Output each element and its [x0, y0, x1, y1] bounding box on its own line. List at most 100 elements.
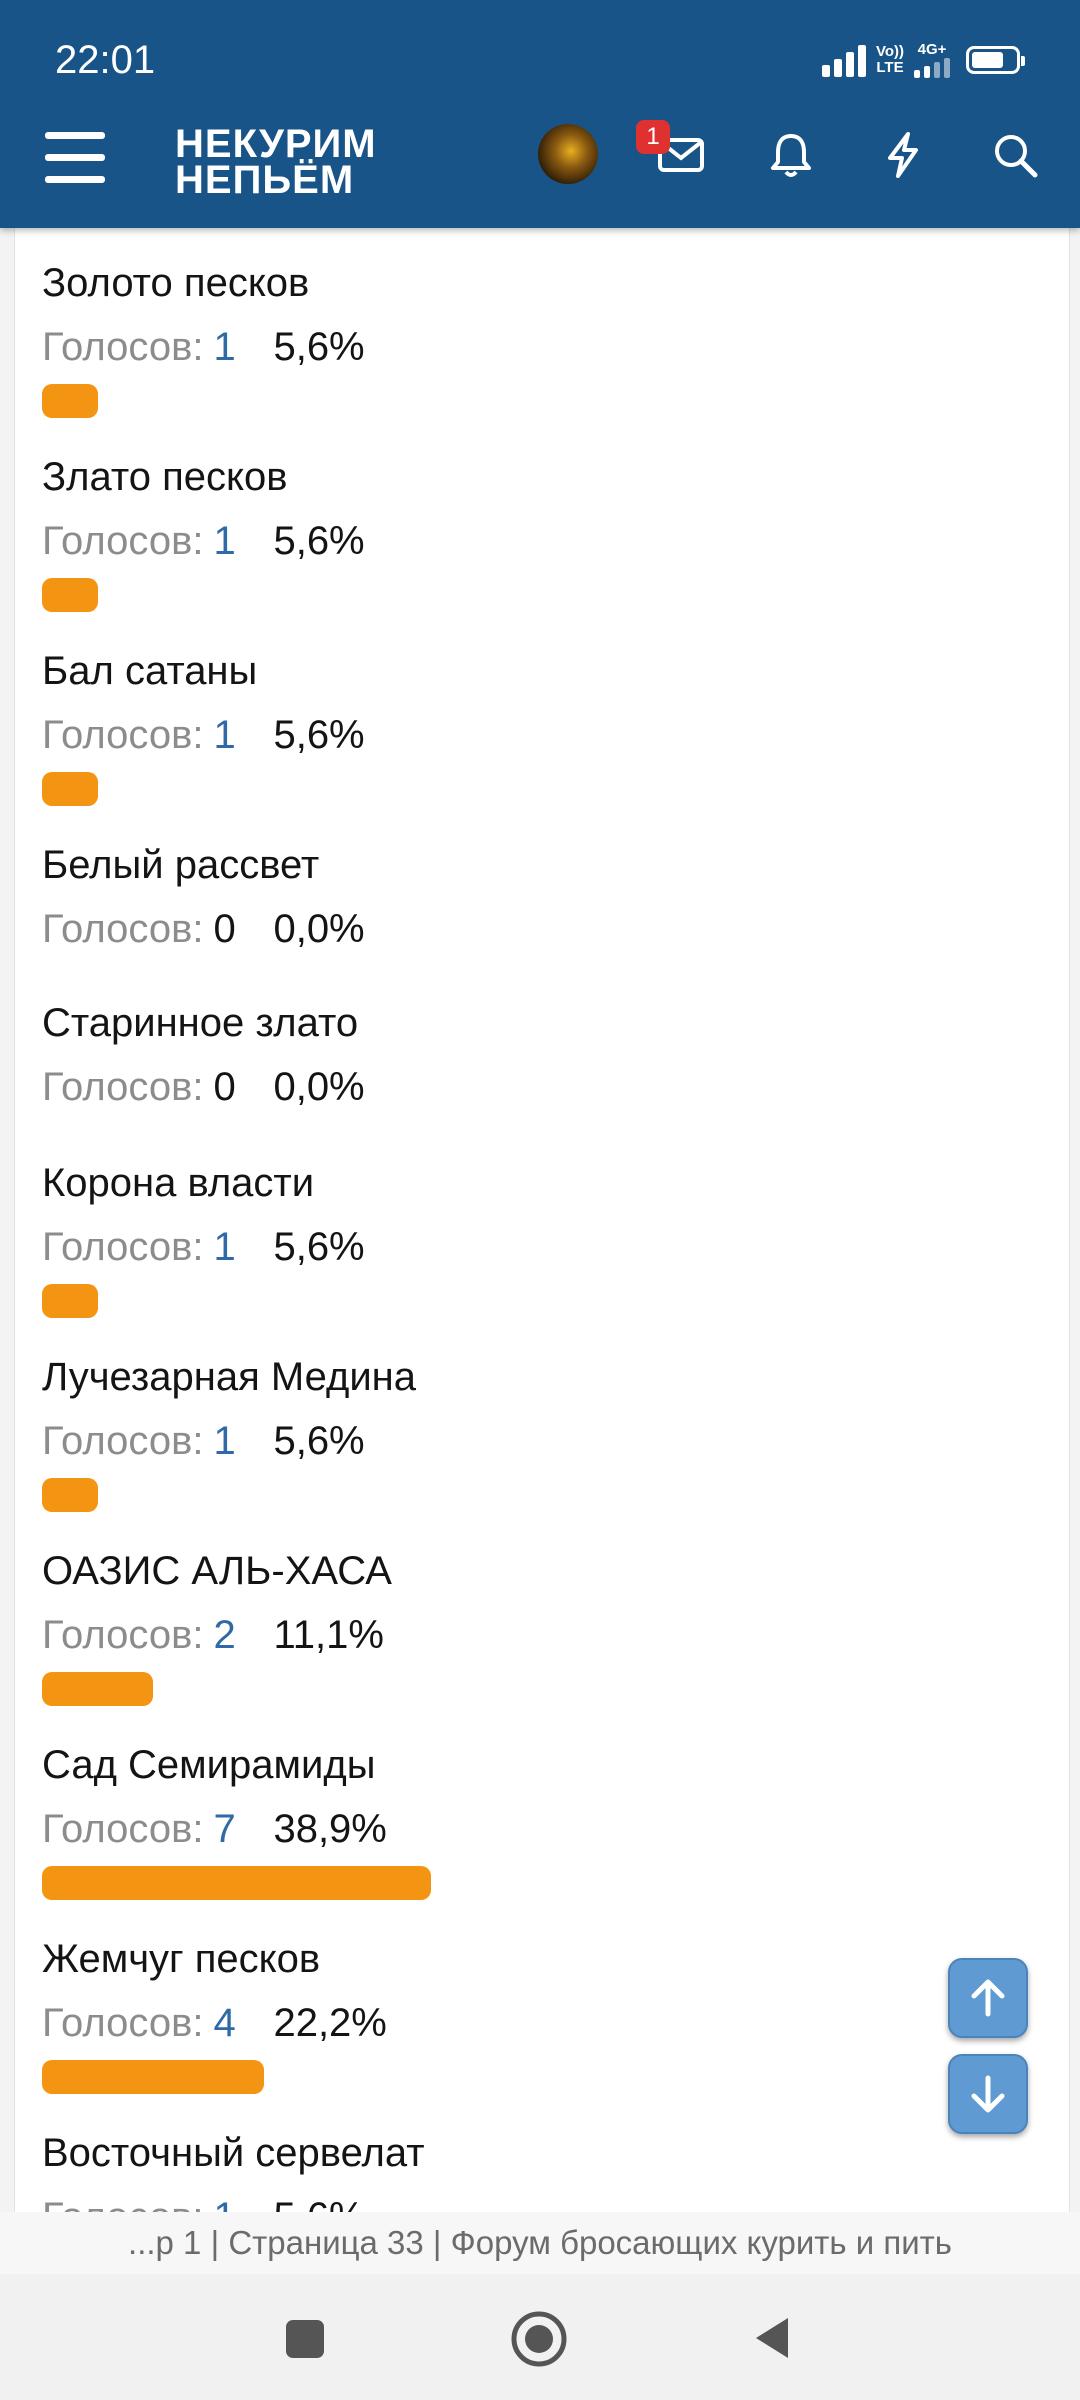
- poll-option: Лучезарная Медина Голосов: 1 5,6%: [42, 1352, 942, 1512]
- votes-label: Голосов:: [42, 1807, 204, 1851]
- poll-option: Жемчуг песков Голосов: 4 22,2%: [42, 1934, 942, 2094]
- votes-label: Голосов:: [42, 1065, 204, 1109]
- votes-label: Голосов:: [42, 2001, 204, 2045]
- poll-option: Восточный сервелат Голосов: 15,6%: [42, 2128, 942, 2212]
- poll-option-stats: Голосов:15,6%: [42, 1216, 942, 1278]
- poll-option-label: ОАЗИС АЛЬ-ХАСА: [42, 1549, 392, 1593]
- poll-option-stats: Голосов: 15,6%: [42, 2186, 942, 2212]
- logo-line-2: НЕПЬЁМ: [175, 158, 355, 202]
- poll-option-label: Злато песков: [42, 455, 288, 499]
- poll-option-label: Белый рассвет: [42, 843, 320, 887]
- system-nav-bar: [0, 2274, 1080, 2400]
- vote-percent: 5,6%: [273, 325, 365, 369]
- avatar[interactable]: [538, 124, 598, 184]
- votes-label: Голосов:: [42, 713, 204, 757]
- menu-icon[interactable]: [45, 132, 105, 184]
- poll-option-label: Золото песков: [42, 261, 310, 305]
- vote-percent: 11,1%: [273, 1613, 384, 1657]
- votes-count[interactable]: 2: [213, 1604, 269, 1666]
- poll-option-label: Жемчуг песков: [42, 1937, 321, 1981]
- vote-percent: 38,9%: [273, 1807, 387, 1851]
- vote-bar: [42, 2060, 264, 2094]
- volte-label: Vo)): [875, 43, 904, 60]
- poll-option-stats: Голосов:15,6%: [42, 510, 942, 572]
- votes-count[interactable]: 1: [213, 1216, 269, 1278]
- votes-label: Голосов:: [42, 1613, 204, 1657]
- back-icon[interactable]: [752, 2314, 792, 2362]
- search-icon[interactable]: [990, 130, 1040, 180]
- lightning-icon[interactable]: [878, 130, 928, 180]
- page-title: ...р 1 | Страница 33 | Форум бросающих к…: [0, 2212, 1080, 2274]
- vote-bar: [42, 1866, 431, 1900]
- poll-option-label: Бал сатаны: [42, 649, 258, 693]
- poll-option-stats: Голосов: 0 0,0%: [42, 1056, 942, 1118]
- votes-count: 0: [213, 1065, 236, 1109]
- vote-percent: 5,6%: [273, 519, 365, 563]
- signal-2-icon: [914, 58, 950, 78]
- vote-percent: 0,0%: [273, 907, 365, 951]
- poll-option-label: Восточный сервелат: [42, 2131, 425, 2175]
- votes-count[interactable]: 1: [213, 316, 269, 378]
- poll-option-label: Старинное злато: [42, 1001, 359, 1045]
- poll-option: Белый рассвет Голосов: 0 0,0%: [42, 840, 942, 960]
- lte-label: LTE: [876, 59, 904, 76]
- scroll-top-button[interactable]: [948, 1958, 1028, 2038]
- poll-option-stats: Голосов: 2 11,1%: [42, 1604, 942, 1666]
- votes-count: 0: [213, 907, 236, 951]
- votes-count[interactable]: 1: [213, 510, 269, 572]
- bell-icon[interactable]: [766, 130, 816, 180]
- vote-percent: 5,6%: [273, 1419, 365, 1463]
- votes-count[interactable]: 4: [213, 1992, 269, 2054]
- poll-option: Корона власти Голосов: 1 5,6%: [42, 1158, 942, 1318]
- battery-icon: [966, 46, 1025, 74]
- vote-bar: [42, 1478, 98, 1512]
- poll-option-stats: Голосов:15,6%: [42, 316, 942, 378]
- votes-label: Голосов:: [42, 907, 204, 951]
- recents-icon[interactable]: [284, 2318, 326, 2360]
- votes-label: Голосов:: [42, 1225, 204, 1269]
- arrow-down-icon: [971, 2075, 1005, 2113]
- app-header: 22:01 Vo)) LTE 4G+ НЕКУРИМ НЕПЬЁМ 1: [0, 0, 1080, 228]
- poll-option: Злато песков Голосов: 1 5,6%: [42, 452, 942, 612]
- poll-option-stats: Голосов:15,6%: [42, 704, 942, 766]
- vote-percent: 0,0%: [273, 1065, 365, 1109]
- site-logo[interactable]: НЕКУРИМ НЕПЬЁМ: [175, 122, 377, 202]
- status-time: 22:01: [55, 38, 156, 82]
- scroll-bottom-button[interactable]: [948, 2054, 1028, 2134]
- poll-option-label: Корона власти: [42, 1161, 315, 1205]
- votes-label: Голосов:: [42, 519, 204, 563]
- votes-count[interactable]: 1: [213, 1410, 269, 1472]
- vote-percent: 5,6%: [273, 1225, 365, 1269]
- vote-bar: [42, 384, 98, 418]
- logo-line-1: НЕКУРИМ: [175, 122, 377, 166]
- vote-percent: 5,6%: [273, 713, 365, 757]
- poll-option: Бал сатаны Голосов: 1 5,6%: [42, 646, 942, 806]
- poll-option-stats: Голосов: 7 38,9%: [42, 1798, 942, 1860]
- network-type: Vo)) LTE: [876, 44, 904, 76]
- vote-percent: 5,6%: [273, 2195, 364, 2212]
- poll-option-stats: Голосов: 0 0,0%: [42, 898, 942, 960]
- 4g-label: 4G+: [917, 41, 947, 58]
- votes-count[interactable]: 1: [213, 2186, 269, 2212]
- poll-option: ОАЗИС АЛЬ-ХАСА Голосов: 2 11,1%: [42, 1546, 942, 1706]
- poll-option-label: Сад Семирамиды: [42, 1743, 376, 1787]
- vote-percent: 22,2%: [273, 2001, 387, 2045]
- poll-option-label: Лучезарная Медина: [42, 1355, 417, 1399]
- vote-bar: [42, 578, 98, 612]
- vote-bar: [42, 1672, 153, 1706]
- poll-option-stats: Голосов: 4 22,2%: [42, 1992, 942, 2054]
- votes-label: Голосов:: [42, 325, 204, 369]
- messages-badge: 1: [636, 120, 670, 154]
- home-icon[interactable]: [510, 2310, 568, 2368]
- poll-option: Старинное злато Голосов: 0 0,0%: [42, 998, 942, 1118]
- status-icons: Vo)) LTE 4G+: [821, 38, 1025, 82]
- arrow-up-icon: [971, 1979, 1005, 2017]
- vote-bar: [42, 772, 98, 806]
- network-4g: 4G+: [914, 42, 950, 78]
- vote-bar: [42, 1284, 98, 1318]
- poll-results: Золото песков Голосов: 1 5,6% Злато песков…: [14, 228, 1070, 2212]
- votes-count[interactable]: 1: [213, 704, 269, 766]
- votes-count[interactable]: 7: [213, 1798, 269, 1860]
- votes-label: Голосов:: [42, 2195, 203, 2212]
- poll-option: Золото песков Голосов: 1 5,6%: [42, 258, 942, 418]
